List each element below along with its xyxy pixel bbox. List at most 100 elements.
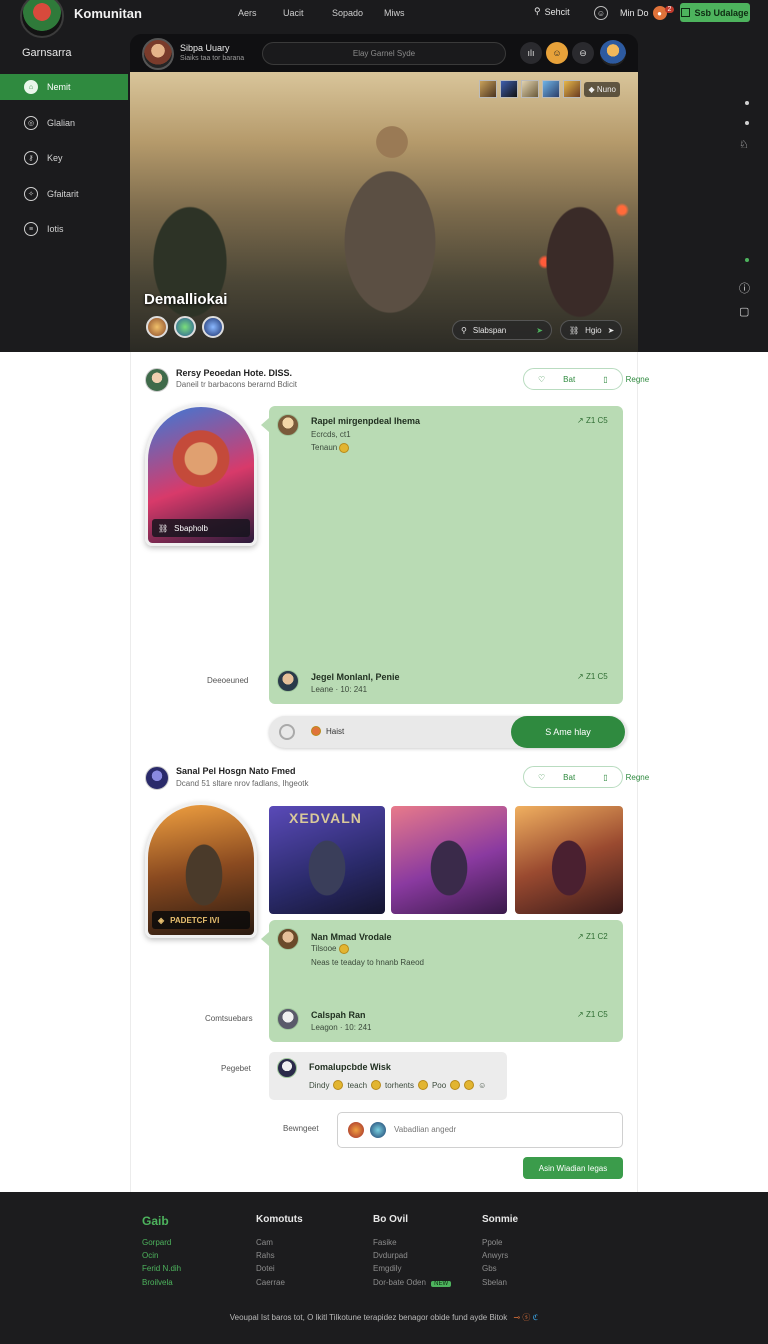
message-avatar[interactable] xyxy=(277,414,299,436)
thumb-image[interactable] xyxy=(521,80,540,98)
footer-link[interactable]: Ferid N.dih xyxy=(142,1264,181,1273)
rail-dot[interactable] xyxy=(745,101,749,105)
comment-avatar[interactable] xyxy=(277,1058,297,1078)
bell-icon[interactable]: ♘ xyxy=(739,138,749,151)
upload-button[interactable]: Ssb Udalage xyxy=(680,3,750,22)
sidebar-item-key[interactable]: ⚷ Key xyxy=(0,145,128,171)
post-card-image[interactable]: ◈ PADETCF IVI xyxy=(145,802,257,938)
message-text: Neas te teaday to hnanb Raeod xyxy=(311,958,424,967)
message-author[interactable]: Calspah Ran xyxy=(311,1010,366,1020)
sidebar-item-gfaitarit[interactable]: ✧ Gfaitarit xyxy=(0,181,128,207)
sidebar-item-glalian[interactable]: ◎ Glalian xyxy=(0,110,128,136)
footer: Gaib Gorpard Ocin Ferid N.dih Broilvela … xyxy=(0,1192,768,1344)
hero-username[interactable]: Sibpa Uuary xyxy=(180,43,230,53)
post-author-avatar[interactable] xyxy=(145,766,169,790)
stats-icon[interactable]: ılı xyxy=(520,42,542,64)
gallery-image[interactable] xyxy=(391,806,507,914)
home-icon: ⌂ xyxy=(24,80,38,94)
sidebar-item-label: Iotis xyxy=(47,224,64,234)
rail-dot[interactable] xyxy=(745,121,749,125)
footer-link[interactable]: Ocin xyxy=(142,1251,158,1260)
share-button[interactable]: ▯ Regne xyxy=(589,773,663,782)
post-title[interactable]: Sanal Pel Hosgn Nato Fmed xyxy=(176,766,296,776)
avatar-icon xyxy=(348,1122,364,1138)
hero-search-input[interactable]: Elay Garnel Syde xyxy=(262,42,506,65)
hero-badges xyxy=(146,316,224,338)
profile-avatar[interactable] xyxy=(600,40,626,66)
comment-word: Dindy xyxy=(309,1080,330,1090)
hero-user-avatar[interactable] xyxy=(142,38,174,70)
gallery-image[interactable] xyxy=(515,806,623,914)
sidebar-item-iotis[interactable]: ≡ Iotis xyxy=(0,216,128,242)
footer-link[interactable]: Gorpard xyxy=(142,1238,171,1247)
footer-link[interactable]: Broilvela xyxy=(142,1278,173,1287)
post-actions: ♡ Bat ▯ Regne xyxy=(523,368,649,390)
footer-link[interactable]: Fasike xyxy=(373,1238,397,1247)
emoji-picker-icon[interactable] xyxy=(279,724,295,740)
hero-thumbnails: ◆ Nuno xyxy=(479,80,620,98)
edit-icon[interactable]: ⊖ xyxy=(572,42,594,64)
footer-link[interactable]: Emgdily xyxy=(373,1264,401,1273)
footer-link[interactable]: Sbelan xyxy=(482,1278,507,1287)
nav-link-4[interactable]: Miws xyxy=(384,8,405,18)
message-author[interactable]: Nan Mmad Vrodale xyxy=(311,932,392,942)
comment-word: teach xyxy=(347,1080,368,1090)
footer-link[interactable]: Anwyrs xyxy=(482,1251,508,1260)
social-icon[interactable]: ⓢ xyxy=(522,1313,530,1322)
comment-author[interactable]: Fomalupcbde Wisk xyxy=(309,1062,391,1072)
footer-link-text: Dor-bate Oden xyxy=(373,1278,426,1287)
message-text: Tenaun xyxy=(311,443,350,453)
footer-link[interactable]: Rahs xyxy=(256,1251,275,1260)
footer-link[interactable]: Dor-bate Oden NEW xyxy=(373,1278,452,1287)
nav-search[interactable]: ⚲ Sehcit xyxy=(534,6,570,17)
key-icon[interactable]: ⊸ xyxy=(513,1313,520,1322)
post-author-avatar[interactable] xyxy=(145,368,169,392)
arrow-up-icon: ↗ xyxy=(577,1010,584,1019)
nav-search-label: Sehcit xyxy=(544,6,570,17)
post-comment-button[interactable]: Asin Wiadian Iegas xyxy=(523,1157,623,1179)
sidebar-item-label: Key xyxy=(47,153,63,163)
info-icon[interactable]: ⓘ xyxy=(739,280,750,296)
badge-orb[interactable] xyxy=(202,316,224,338)
footer-link[interactable]: Caerrae xyxy=(256,1278,285,1287)
nav-link-3[interactable]: Sopado xyxy=(332,8,363,18)
globe-icon: ◎ xyxy=(24,116,38,130)
social-icon[interactable]: ℭ xyxy=(533,1313,539,1322)
badge-orb[interactable] xyxy=(146,316,168,338)
square-icon[interactable]: ▢ xyxy=(739,305,749,318)
sidebar-item-home[interactable]: ⌂ Nemit xyxy=(0,74,128,100)
thumb-image[interactable] xyxy=(500,80,519,98)
hero-share-pill[interactable]: ⛓ Hgio ➤ xyxy=(560,320,622,340)
nav-link-2[interactable]: Uacit xyxy=(283,8,304,18)
nav-link-1[interactable]: Aers xyxy=(238,8,257,18)
message-avatar[interactable] xyxy=(277,670,299,692)
post-card-image[interactable]: ⛓ Sbapholb xyxy=(145,404,257,546)
nav-user[interactable]: ☺ Min Do ● 2 xyxy=(594,5,675,20)
reply-button[interactable]: S Ame hlay xyxy=(511,716,625,748)
message-avatar[interactable] xyxy=(277,1008,299,1030)
like-button[interactable]: ♡ Bat xyxy=(524,375,589,384)
thumb-image[interactable] xyxy=(563,80,582,98)
message-avatar[interactable] xyxy=(277,928,299,950)
footer-link[interactable]: Dotei xyxy=(256,1264,275,1273)
upload-icon xyxy=(681,8,691,17)
message-author[interactable]: Rapel mirgenpdeal Ihema xyxy=(311,416,420,426)
post-title[interactable]: Rersy Peoedan Hote. DISS. xyxy=(176,368,292,378)
comment-input[interactable]: Vabadlian angedr xyxy=(337,1112,623,1148)
thumb-image[interactable] xyxy=(479,80,498,98)
user-icon[interactable]: ☺ xyxy=(546,42,568,64)
badge-orb[interactable] xyxy=(174,316,196,338)
thumbs-label[interactable]: ◆ Nuno xyxy=(584,81,620,97)
footer-link[interactable]: Cam xyxy=(256,1238,273,1247)
footer-link[interactable]: Dvdurpad xyxy=(373,1251,408,1260)
hero-action-pill[interactable]: ⚲ Slabspan ➤ xyxy=(452,320,552,340)
share-button[interactable]: ▯ Regne xyxy=(589,375,663,384)
thumb-image[interactable] xyxy=(542,80,561,98)
like-label: Bat xyxy=(563,374,576,384)
message-author[interactable]: Jegel Monlanl, Penie xyxy=(311,672,400,682)
footer-link[interactable]: Gbs xyxy=(482,1264,497,1273)
like-button[interactable]: ♡ Bat xyxy=(524,773,589,782)
brand-name[interactable]: Komunitan xyxy=(74,6,142,21)
gallery-image[interactable]: XEDVALN xyxy=(269,806,385,914)
footer-link[interactable]: Ppole xyxy=(482,1238,502,1247)
